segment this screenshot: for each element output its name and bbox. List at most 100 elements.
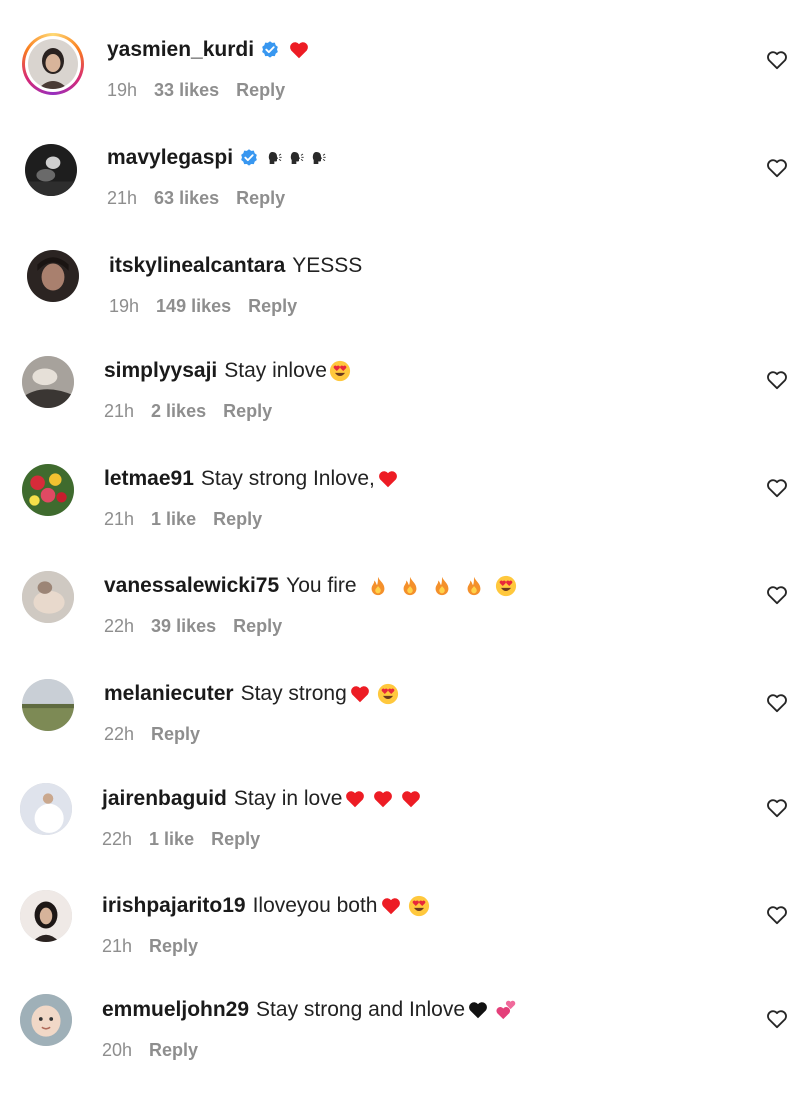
- comment-list: yasmien_kurdi 19h 33 likes Reply mavylegaspi…: [0, 0, 800, 1108]
- fire-emoji-icon: [399, 575, 421, 597]
- like-heart-icon[interactable]: [766, 693, 788, 713]
- username-link[interactable]: letmae91: [104, 465, 194, 493]
- heart-emoji-icon: [380, 895, 402, 917]
- fire-emoji-icon: [463, 575, 485, 597]
- comment-body: yasmien_kurdi: [107, 36, 310, 64]
- comment-meta: 21h 63 likes Reply: [107, 186, 285, 210]
- comment-emojis: [377, 468, 399, 490]
- black-heart-emoji-icon: [467, 999, 489, 1021]
- reply-button[interactable]: Reply: [149, 934, 198, 958]
- speaking-head-emoji-icon: [311, 150, 327, 166]
- likes-count[interactable]: 2 likes: [151, 399, 206, 423]
- avatar[interactable]: [25, 144, 77, 196]
- comment-meta: 20h Reply: [102, 1038, 198, 1062]
- avatar[interactable]: [20, 994, 72, 1046]
- speaking-head-emoji-icon: [267, 150, 283, 166]
- heart-eyes-emoji-icon: [329, 360, 351, 382]
- reply-button[interactable]: Reply: [236, 186, 285, 210]
- avatar[interactable]: [22, 356, 74, 408]
- verified-badge-icon: [260, 40, 280, 60]
- comment-text: YESSS: [292, 254, 363, 277]
- comment-body: emmueljohn29 Stay strong and Inlove: [102, 996, 517, 1024]
- fire-emoji-icon: [431, 575, 453, 597]
- reply-button[interactable]: Reply: [236, 78, 285, 102]
- likes-count[interactable]: 63 likes: [154, 186, 219, 210]
- speaking-head-emoji-icon: [289, 150, 305, 166]
- avatar[interactable]: [20, 783, 72, 835]
- like-heart-icon[interactable]: [766, 1009, 788, 1029]
- verified-badge-icon: [239, 148, 259, 168]
- comment-body: irishpajarito19 Iloveyou both: [102, 892, 430, 920]
- timestamp: 19h: [109, 296, 140, 316]
- username-link[interactable]: irishpajarito19: [102, 892, 246, 920]
- timestamp: 19h: [107, 80, 138, 100]
- comment-emojis: [329, 360, 351, 382]
- reply-button[interactable]: Reply: [248, 294, 297, 318]
- comment-text: Stay inlove: [224, 359, 327, 382]
- reply-button[interactable]: Reply: [233, 614, 282, 638]
- comment-text: Stay strong and Inlove: [256, 998, 466, 1021]
- reply-button[interactable]: Reply: [151, 722, 200, 746]
- likes-count[interactable]: 149 likes: [156, 294, 231, 318]
- comment-body: letmae91 Stay strong Inlove,: [104, 465, 399, 493]
- username-link[interactable]: jairenbaguid: [102, 785, 227, 813]
- username-link[interactable]: melaniecuter: [104, 680, 234, 708]
- comment-body: vanessalewicki75 You fire: [104, 572, 517, 600]
- likes-count[interactable]: 1 like: [149, 827, 194, 851]
- username-link[interactable]: simplyysaji: [104, 357, 217, 385]
- reply-button[interactable]: Reply: [211, 827, 260, 851]
- comment-emojis: [467, 999, 517, 1021]
- username-link[interactable]: itskylinealcantara: [109, 252, 285, 280]
- like-heart-icon[interactable]: [766, 158, 788, 178]
- comment-body: simplyysaji Stay inlove: [104, 357, 351, 385]
- heart-emoji-icon: [344, 788, 366, 810]
- username-link[interactable]: vanessalewicki75: [104, 572, 279, 600]
- like-heart-icon[interactable]: [766, 370, 788, 390]
- avatar[interactable]: [22, 679, 74, 731]
- username-link[interactable]: mavylegaspi: [107, 144, 233, 172]
- timestamp: 21h: [102, 936, 133, 956]
- comment-meta: 22h 1 like Reply: [102, 827, 260, 851]
- timestamp: 21h: [104, 509, 135, 529]
- like-heart-icon[interactable]: [766, 798, 788, 818]
- comment-body: jairenbaguid Stay in love: [102, 785, 422, 813]
- comment-emojis: [359, 575, 517, 597]
- heart-eyes-emoji-icon: [377, 683, 399, 705]
- likes-count[interactable]: 1 like: [151, 507, 196, 531]
- comment-body: mavylegaspi: [107, 144, 327, 172]
- heart-eyes-emoji-icon: [495, 575, 517, 597]
- comment-body: itskylinealcantara YESSS: [109, 252, 362, 280]
- like-heart-icon[interactable]: [766, 905, 788, 925]
- reply-button[interactable]: Reply: [149, 1038, 198, 1062]
- comment-body: melaniecuter Stay strong: [104, 680, 399, 708]
- fire-emoji-icon: [367, 575, 389, 597]
- comment-text: Iloveyou both: [252, 894, 378, 917]
- reply-button[interactable]: Reply: [213, 507, 262, 531]
- like-heart-icon[interactable]: [766, 585, 788, 605]
- heart-eyes-emoji-icon: [408, 895, 430, 917]
- avatar[interactable]: [27, 250, 79, 302]
- like-heart-icon[interactable]: [766, 50, 788, 70]
- comment-text: Stay strong: [240, 682, 347, 705]
- comment-emojis: [288, 39, 310, 61]
- comment-meta: 22h Reply: [104, 722, 200, 746]
- two-hearts-emoji-icon: [495, 999, 517, 1021]
- avatar[interactable]: [22, 464, 74, 516]
- username-link[interactable]: yasmien_kurdi: [107, 36, 254, 64]
- likes-count[interactable]: 33 likes: [154, 78, 219, 102]
- like-heart-icon[interactable]: [766, 478, 788, 498]
- comment-meta: 19h 33 likes Reply: [107, 78, 285, 102]
- avatar[interactable]: [22, 33, 84, 95]
- reply-button[interactable]: Reply: [223, 399, 272, 423]
- username-link[interactable]: emmueljohn29: [102, 996, 249, 1024]
- comment-emojis: [380, 895, 430, 917]
- likes-count[interactable]: 39 likes: [151, 614, 216, 638]
- avatar[interactable]: [20, 890, 72, 942]
- comment-text: Stay in love: [233, 787, 343, 810]
- comment-emojis: [267, 150, 327, 166]
- timestamp: 20h: [102, 1040, 133, 1060]
- timestamp: 22h: [102, 829, 133, 849]
- avatar[interactable]: [22, 571, 74, 623]
- timestamp: 22h: [104, 724, 135, 744]
- timestamp: 21h: [104, 401, 135, 421]
